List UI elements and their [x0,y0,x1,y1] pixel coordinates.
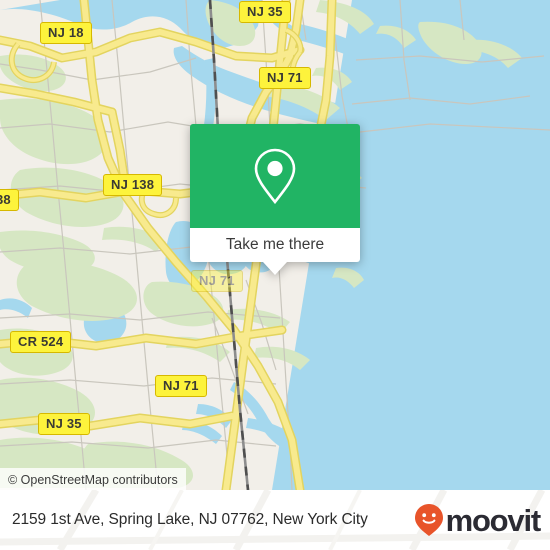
popup-pointer-tail [263,262,287,275]
take-me-there-button[interactable]: Take me there [190,228,360,262]
popup-header [190,124,360,228]
footer-bar: 2159 1st Ave, Spring Lake, NJ 07762, New… [0,490,550,550]
moovit-map-screenshot: © OpenStreetMap contributors NJ 18 NJ 35 N… [0,0,550,550]
osm-attribution: © OpenStreetMap contributors [0,468,186,490]
take-me-there-label: Take me there [225,236,325,253]
road-shield: CR 524 [10,331,72,353]
road-shield: 38 [0,189,19,211]
map-pin-icon [254,148,296,205]
moovit-brand[interactable]: moovit [414,502,542,538]
road-shield: NJ 138 [103,174,163,196]
road-shield: NJ 35 [38,413,90,435]
road-shield: NJ 35 [239,1,291,23]
moovit-wordmark: moovit [445,502,542,538]
road-shield: NJ 71 [259,67,311,89]
road-shield: NJ 18 [40,22,92,44]
road-shield: NJ 71 [191,270,243,292]
destination-popup[interactable]: Take me there [190,124,360,275]
address-label: 2159 1st Ave, Spring Lake, NJ 07762, New… [12,511,368,528]
moovit-pin-icon [414,504,443,536]
road-shield: NJ 71 [155,375,207,397]
footer-content-row: 2159 1st Ave, Spring Lake, NJ 07762, New… [0,490,550,550]
